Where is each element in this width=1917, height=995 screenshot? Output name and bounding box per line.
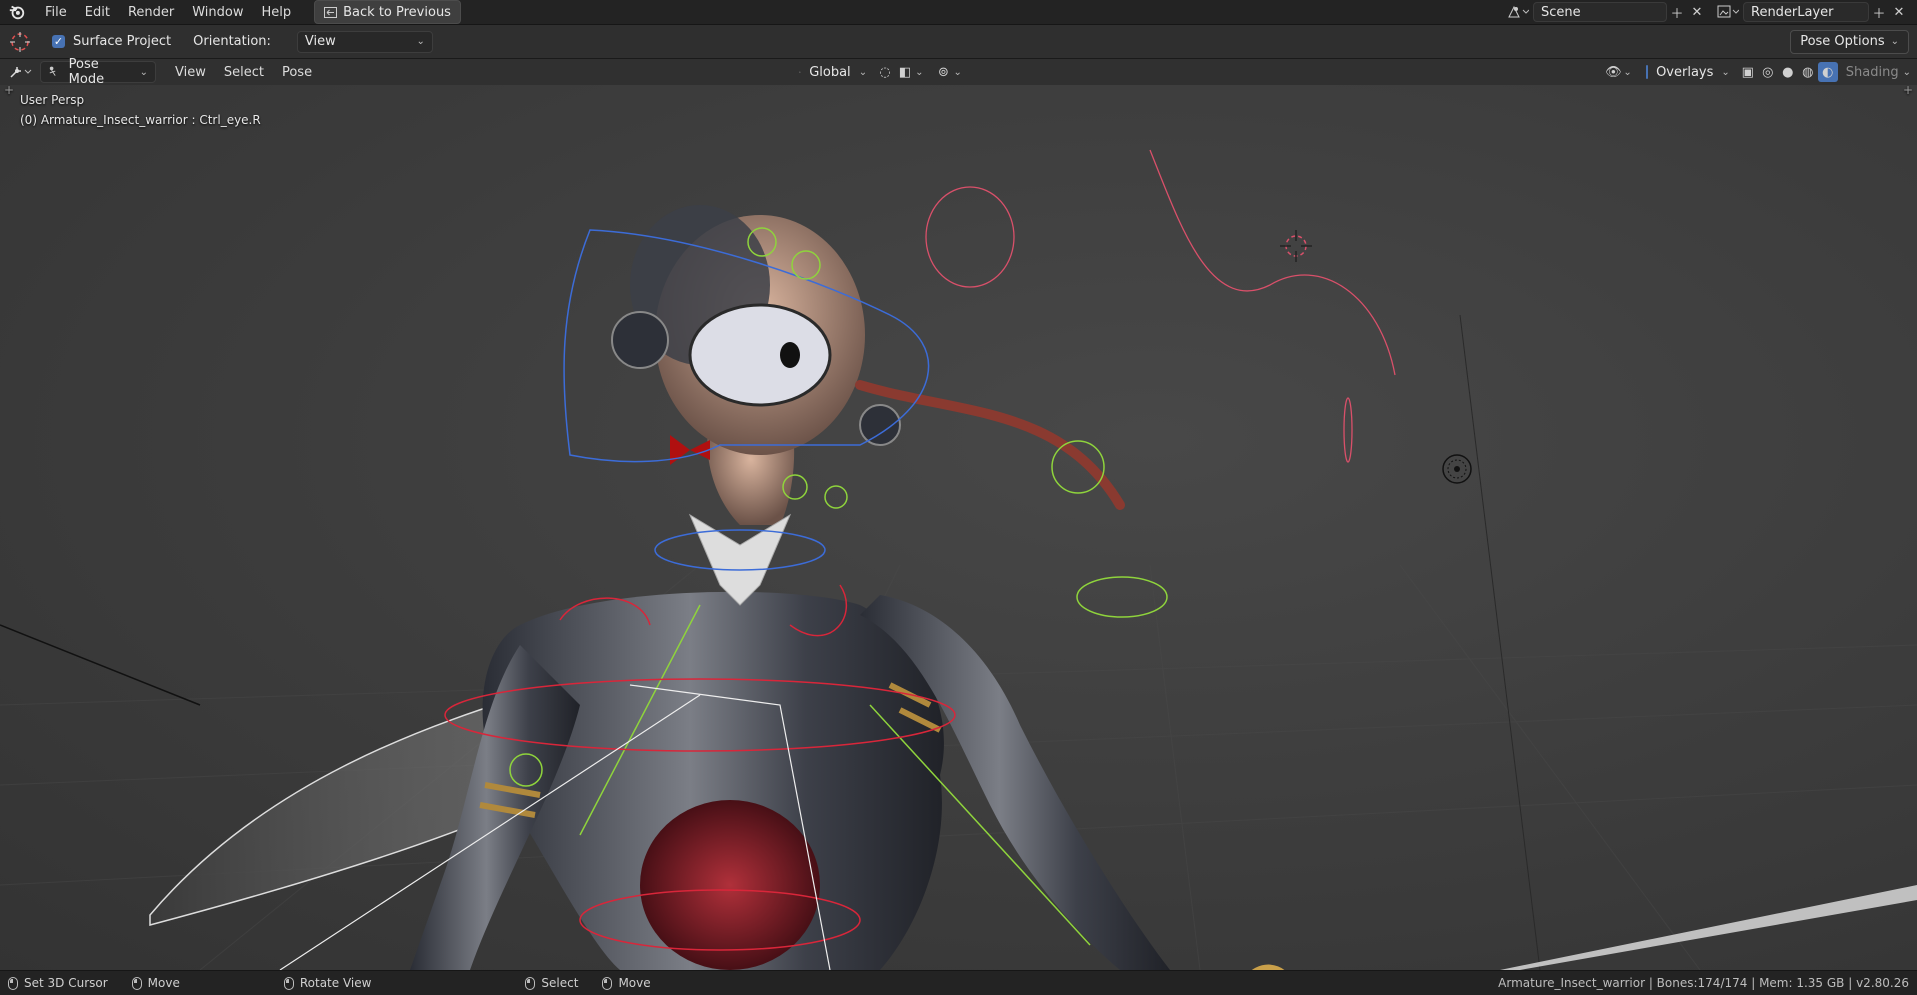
sword bbox=[1500, 885, 1917, 970]
solid-shading-icon[interactable]: ● bbox=[1778, 62, 1798, 82]
menu-file[interactable]: File bbox=[36, 2, 76, 23]
orientation-value: View bbox=[304, 34, 336, 49]
mouse-left-icon bbox=[8, 976, 18, 990]
xray-toggle-icon[interactable]: ▣ bbox=[1738, 62, 1758, 82]
mouse-drag-icon bbox=[602, 976, 613, 990]
cursor-tool-icon[interactable] bbox=[8, 30, 32, 54]
overlays-label: Overlays bbox=[1656, 64, 1714, 80]
mouse-drag-icon bbox=[131, 976, 142, 990]
overlays-icon bbox=[1645, 65, 1649, 79]
status-move: Move bbox=[131, 976, 180, 990]
chevron-down-icon[interactable]: ⌄ bbox=[915, 67, 923, 78]
status-move-2: Move bbox=[602, 976, 651, 990]
chevron-down-icon[interactable]: ⌄ bbox=[953, 67, 961, 78]
transform-orientation-dropdown[interactable]: Global ⌄ bbox=[791, 61, 875, 83]
back-to-previous-button[interactable]: Back to Previous bbox=[314, 0, 461, 24]
chevron-down-icon: ⌄ bbox=[858, 66, 868, 78]
rendered-shading-icon[interactable]: ◐ bbox=[1817, 62, 1838, 82]
screen-back-icon bbox=[324, 6, 338, 18]
status-label: Select bbox=[541, 976, 579, 990]
mouse-middle-icon bbox=[283, 976, 294, 990]
scene-name-field[interactable]: Scene bbox=[1533, 2, 1667, 22]
surface-project-label: Surface Project bbox=[73, 34, 172, 49]
proboscis bbox=[855, 380, 1125, 510]
pose-options-label: Pose Options bbox=[1800, 34, 1885, 49]
eye bbox=[688, 303, 832, 407]
chevron-down-icon[interactable]: ⌄ bbox=[1623, 67, 1631, 78]
pose-options-button[interactable]: Pose Options ⌄ bbox=[1790, 29, 1909, 54]
proportional-edit-icon[interactable]: ⊚ bbox=[933, 62, 953, 82]
menu-edit[interactable]: Edit bbox=[76, 2, 119, 23]
active-object-info: (0) Armature_Insect_warrior : Ctrl_eye.R bbox=[20, 113, 261, 127]
3d-viewport[interactable]: User Persp (0) Armature_Insect_warrior :… bbox=[0, 85, 1917, 970]
transform-orientation-value: Global bbox=[809, 64, 851, 80]
new-scene-icon[interactable]: ＋ bbox=[1667, 2, 1687, 22]
status-bar: Set 3D Cursor Move Rotate View Select Mo… bbox=[0, 970, 1917, 995]
floor-grid bbox=[0, 564, 1917, 970]
menu-render[interactable]: Render bbox=[119, 2, 183, 23]
3d-cursor-icon bbox=[1280, 230, 1312, 262]
status-rotate-view: Rotate View bbox=[283, 976, 372, 990]
belly bbox=[640, 800, 820, 970]
scene-statistics: Armature_Insect_warrior | Bones:174/174 … bbox=[1498, 976, 1909, 990]
chevron-down-icon: ⌄ bbox=[416, 36, 425, 47]
scene-canvas bbox=[0, 149, 1917, 970]
blender-logo-icon[interactable] bbox=[8, 3, 26, 21]
pivot-point-icon[interactable]: ◌ bbox=[875, 62, 895, 82]
editor-type-icon[interactable] bbox=[6, 62, 36, 82]
status-label: Rotate View bbox=[299, 976, 372, 990]
status-label: Move bbox=[618, 976, 651, 990]
status-select: Select bbox=[525, 976, 578, 990]
antenna-curve bbox=[1149, 149, 1396, 376]
mode-label: Pose Mode bbox=[68, 57, 105, 87]
delete-scene-icon[interactable]: ✕ bbox=[1687, 2, 1707, 22]
light-line bbox=[1459, 314, 1541, 970]
surface-project-checkbox[interactable]: ✓ bbox=[52, 35, 65, 48]
sidebar-expand-icon[interactable]: + bbox=[1903, 85, 1913, 97]
top-menu-bar: File Edit Render Window Help Back to Pre… bbox=[0, 0, 1917, 25]
chevron-down-icon[interactable]: ⌄ bbox=[1903, 67, 1911, 78]
status-label: Set 3D Cursor bbox=[24, 976, 108, 990]
header-menu-select[interactable]: Select bbox=[215, 62, 273, 83]
snap-icon[interactable]: ◧ bbox=[895, 62, 915, 82]
view-name: User Persp bbox=[20, 93, 85, 107]
material-preview-icon[interactable]: ◍ bbox=[1798, 62, 1818, 82]
mode-dropdown[interactable]: Pose Mode ⌄ bbox=[40, 57, 156, 87]
chevron-down-icon: ⌄ bbox=[1721, 66, 1730, 78]
delete-view-layer-icon[interactable]: ✕ bbox=[1889, 2, 1909, 22]
wireframe-shading-icon[interactable]: ◎ bbox=[1758, 62, 1778, 82]
status-set-3d-cursor: Set 3D Cursor bbox=[8, 976, 108, 990]
status-label: Move bbox=[147, 976, 180, 990]
menu-help[interactable]: Help bbox=[253, 2, 301, 23]
scene-selector-icon[interactable] bbox=[1503, 2, 1533, 22]
back-to-previous-label: Back to Previous bbox=[343, 4, 451, 20]
bowtie bbox=[670, 435, 710, 465]
toolbar-expand-icon[interactable]: + bbox=[4, 85, 14, 97]
overlays-dropdown[interactable]: Overlays ⌄ bbox=[1638, 61, 1738, 83]
global-axes-icon bbox=[799, 71, 801, 73]
visibility-selectability-icon[interactable]: 👁 bbox=[1603, 62, 1623, 82]
view-layer-selector-icon[interactable] bbox=[1713, 2, 1743, 22]
cravat bbox=[688, 513, 792, 606]
light-object-icon bbox=[1442, 454, 1472, 484]
render-layer-field[interactable]: RenderLayer bbox=[1743, 2, 1869, 22]
shading-label[interactable]: Shading bbox=[1846, 65, 1899, 80]
chevron-down-icon: ⌄ bbox=[1890, 36, 1899, 47]
header-menu-view[interactable]: View bbox=[166, 62, 215, 83]
orientation-label: Orientation: bbox=[193, 34, 271, 49]
scene-name: Scene bbox=[1541, 4, 1581, 20]
tool-settings-bar: ✓ Surface Project Orientation: View ⌄ Po… bbox=[0, 25, 1917, 59]
surface-project-toggle[interactable]: ✓ Surface Project bbox=[52, 34, 171, 49]
orientation-dropdown[interactable]: View ⌄ bbox=[296, 30, 433, 53]
mouse-right-icon bbox=[525, 976, 536, 990]
menu-window[interactable]: Window bbox=[183, 2, 252, 23]
header-menu-pose[interactable]: Pose bbox=[273, 62, 321, 83]
pink-circle-widget bbox=[925, 186, 1015, 288]
pose-mode-icon bbox=[49, 66, 56, 76]
viewport-header: Pose Mode ⌄ View Select Pose Global ⌄ ◌ … bbox=[0, 57, 1917, 87]
new-view-layer-icon[interactable]: ＋ bbox=[1869, 2, 1889, 22]
render-layer-name: RenderLayer bbox=[1751, 4, 1834, 20]
chevron-down-icon: ⌄ bbox=[139, 66, 148, 78]
